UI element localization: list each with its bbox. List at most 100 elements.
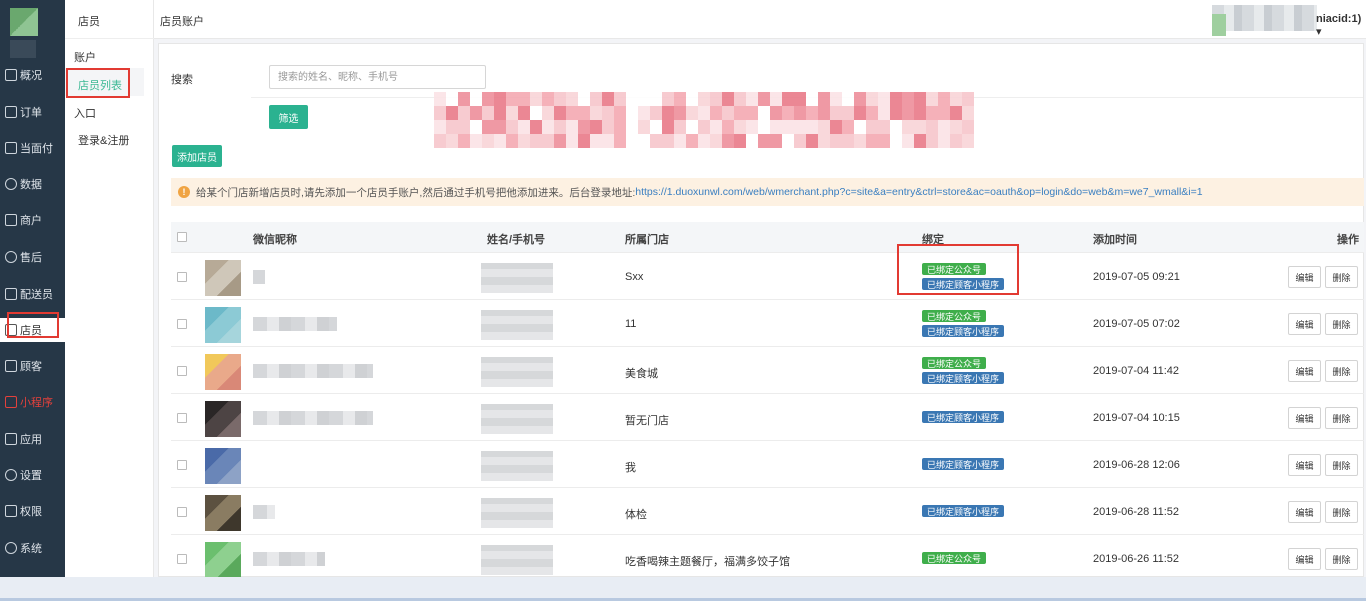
avatar [205,401,241,437]
mosaic-cell [950,106,962,120]
mosaic-cell [962,92,974,106]
nav-item-2[interactable]: 当面付 [0,136,65,160]
table-row: 体检 已绑定顾客小程序 2019-06-28 11:52 编辑 删除 [171,487,1364,534]
nav-item-3[interactable]: 数据 [0,172,65,196]
search-input[interactable] [269,65,486,89]
mosaic-cell [794,106,806,120]
user-icon [5,288,17,300]
delete-button[interactable]: 删除 [1325,548,1358,570]
mosaic-cell [854,106,866,120]
mosaic-cell [854,120,866,134]
edit-button[interactable]: 编辑 [1288,548,1321,570]
nav-item-10[interactable]: 应用 [0,427,65,451]
user-menu[interactable]: niacid:1) ▾ [1316,13,1366,38]
nav-item-4[interactable]: 商户 [0,208,65,232]
nickname-blurred [253,552,325,566]
delete-button[interactable]: 删除 [1325,407,1358,429]
mosaic-cell [806,134,818,148]
filter-button[interactable]: 筛选 [269,105,308,129]
mosaic-cell [458,134,470,148]
mosaic-cell [914,92,926,106]
mosaic-cell [458,106,470,120]
notice-text: 给某个门店新增店员时,请先添加一个店员手账户,然后通过手机号把他添加进来。后台登… [196,186,636,199]
mosaic-cell [434,92,446,106]
notice-link[interactable]: https://1.duoxunwl.com/web/wmerchant.php… [635,186,1202,198]
chart-icon [5,178,17,190]
mosaic-cell [614,106,626,120]
mosaic-cell [638,106,650,120]
row-checkbox[interactable] [177,507,187,517]
badge-miniapp-bound: 已绑定顾客小程序 [922,505,1005,517]
user-avatar-blurred[interactable] [1212,5,1317,31]
select-all-checkbox[interactable] [177,232,187,242]
mosaic-cell [590,134,602,148]
nav-item-label: 当面付 [20,143,53,155]
mosaic-cell [770,134,782,148]
subnav-item-login-register[interactable]: 登录&注册 [78,132,129,148]
mosaic-cell [746,120,758,134]
row-checkbox[interactable] [177,413,187,423]
nav-item-12[interactable]: 权限 [0,499,65,523]
nav-item-13[interactable]: 系统 [0,536,65,560]
nav-item-11[interactable]: 设置 [0,463,65,487]
delete-button[interactable]: 删除 [1325,266,1358,288]
nav-item-5[interactable]: 售后 [0,245,65,269]
mosaic-cell [914,106,926,120]
mosaic-cell [866,106,878,120]
mosaic-cell [710,120,722,134]
edit-button[interactable]: 编辑 [1288,501,1321,523]
mosaic-cell [734,134,746,148]
mosaic-cell [434,106,446,120]
edit-button[interactable]: 编辑 [1288,266,1321,288]
nav-item-label: 设置 [20,470,42,482]
edit-button[interactable]: 编辑 [1288,360,1321,382]
mosaic-cell [938,120,950,134]
mosaic-cell [446,120,458,134]
name-phone-blurred [481,498,553,528]
mosaic-cell [614,92,626,106]
mosaic-cell [554,134,566,148]
system-icon [5,542,17,554]
mosaic-cell [518,134,530,148]
row-checkbox[interactable] [177,366,187,376]
nav-item-0[interactable]: 概况 [0,63,65,87]
edit-button[interactable]: 编辑 [1288,454,1321,476]
mosaic-cell [590,106,602,120]
col-actions: 操作 [1337,234,1359,246]
mosaic-cell [830,120,842,134]
name-phone-blurred [481,545,553,575]
nav-item-9[interactable]: 小程序 [0,390,65,414]
mosaic-cell [482,92,494,106]
store-name: 11 [625,318,637,330]
row-checkbox[interactable] [177,272,187,282]
mosaic-cell [878,92,890,106]
mosaic-cell [818,134,830,148]
edit-button[interactable]: 编辑 [1288,313,1321,335]
delete-button[interactable]: 删除 [1325,454,1358,476]
row-checkbox[interactable] [177,460,187,470]
subnav-item-entry[interactable]: 入口 [74,105,96,121]
delete-button[interactable]: 删除 [1325,313,1358,335]
mosaic-cell [698,120,710,134]
nickname-blurred [253,270,265,284]
mosaic-cell [554,120,566,134]
mosaic-cell [878,120,890,134]
nav-item-1[interactable]: 订单 [0,100,65,124]
mosaic-cell [518,106,530,120]
add-staff-button[interactable]: 添加店员 [172,145,222,167]
subnav-item-account[interactable]: 账户 [74,49,96,65]
nav-item-8[interactable]: 顾客 [0,354,65,378]
row-checkbox[interactable] [177,319,187,329]
mosaic-cell [650,120,662,134]
mosaic-cell [722,92,734,106]
delete-button[interactable]: 删除 [1325,360,1358,382]
mosaic-cell [530,120,542,134]
mosaic-cell [950,120,962,134]
nav-item-6[interactable]: 配送员 [0,282,65,306]
mosaic-cell [530,134,542,148]
store-name: 吃香喝辣主题餐厅，福满多饺子馆 [625,556,790,568]
row-checkbox[interactable] [177,554,187,564]
mosaic-cell [938,134,950,148]
delete-button[interactable]: 删除 [1325,501,1358,523]
edit-button[interactable]: 编辑 [1288,407,1321,429]
